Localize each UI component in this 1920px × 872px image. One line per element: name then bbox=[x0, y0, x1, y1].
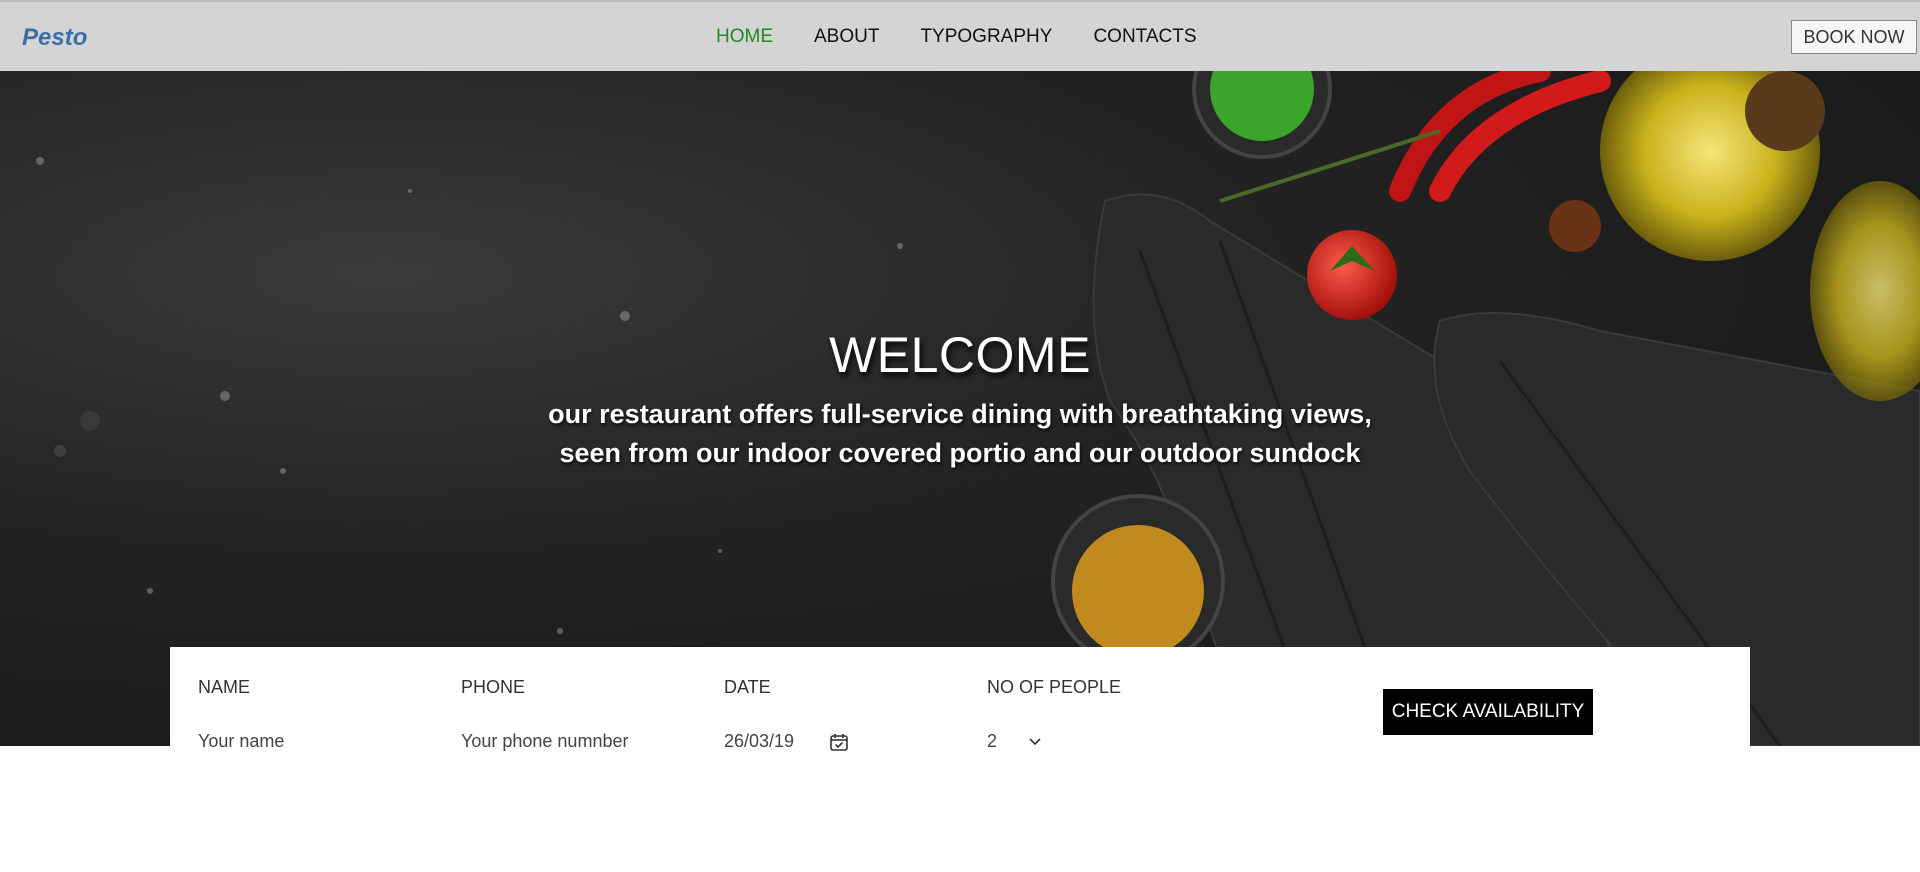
nav-menu: HOME ABOUT TYPOGRAPHY CONTACTS bbox=[716, 26, 1238, 48]
booking-form: NAME Your name PHONE Your phone numnber … bbox=[170, 647, 1750, 872]
nav-item-typography[interactable]: TYPOGRAPHY bbox=[920, 26, 1052, 48]
phone-input[interactable]: Your phone numnber bbox=[461, 731, 628, 752]
hero-tagline: our restaurant offers full-service dinin… bbox=[0, 395, 1920, 473]
book-now-button[interactable]: BOOK NOW bbox=[1791, 20, 1917, 54]
hero-title: WELCOME bbox=[829, 327, 1091, 383]
top-navbar: Pesto HOME ABOUT TYPOGRAPHY CONTACTS BOO… bbox=[0, 0, 1920, 71]
people-label: NO OF PEOPLE bbox=[987, 677, 1122, 697]
nav-item-about[interactable]: ABOUT bbox=[814, 26, 879, 48]
name-input[interactable]: Your name bbox=[198, 731, 284, 752]
hero-banner: WELCOME our restaurant offers full-servi… bbox=[0, 71, 1920, 746]
hero-tagline-line2: seen from our indoor covered portio and … bbox=[559, 438, 1361, 468]
hero-tagline-line1: our restaurant offers full-service dinin… bbox=[548, 399, 1372, 429]
calendar-check-icon[interactable] bbox=[829, 732, 849, 752]
nav-item-contacts[interactable]: CONTACTS bbox=[1093, 26, 1196, 48]
people-select[interactable]: 2 bbox=[987, 731, 997, 752]
chevron-down-icon[interactable] bbox=[1028, 736, 1042, 748]
brand-logo[interactable]: Pesto bbox=[22, 24, 87, 52]
phone-label: PHONE bbox=[461, 677, 526, 697]
date-label: DATE bbox=[724, 677, 771, 697]
date-input[interactable]: 26/03/19 bbox=[724, 731, 794, 752]
nav-item-home[interactable]: HOME bbox=[716, 26, 773, 48]
check-availability-button[interactable]: CHECK AVAILABILITY bbox=[1383, 689, 1593, 735]
name-label: NAME bbox=[198, 677, 251, 697]
